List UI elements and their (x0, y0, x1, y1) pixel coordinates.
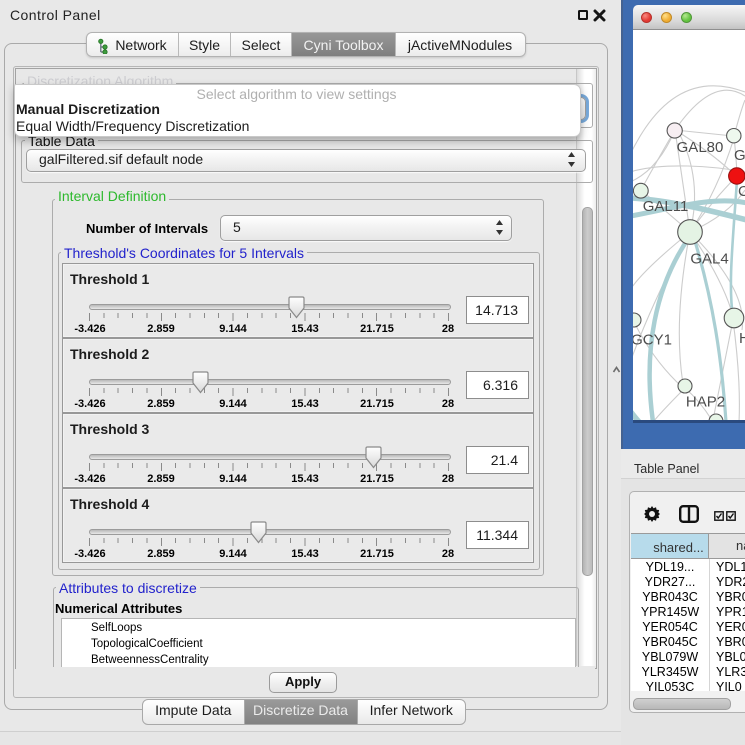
svg-text:GAL4: GAL4 (690, 251, 728, 268)
svg-text:HAP2: HAP2 (686, 394, 725, 411)
svg-text:H: H (739, 330, 745, 347)
svg-text:GA: GA (734, 147, 745, 164)
svg-text:C: C (738, 183, 745, 200)
svg-text:GCY1: GCY1 (633, 332, 672, 349)
svg-text:GAL80: GAL80 (677, 139, 724, 156)
svg-text:GAL11: GAL11 (643, 198, 689, 215)
